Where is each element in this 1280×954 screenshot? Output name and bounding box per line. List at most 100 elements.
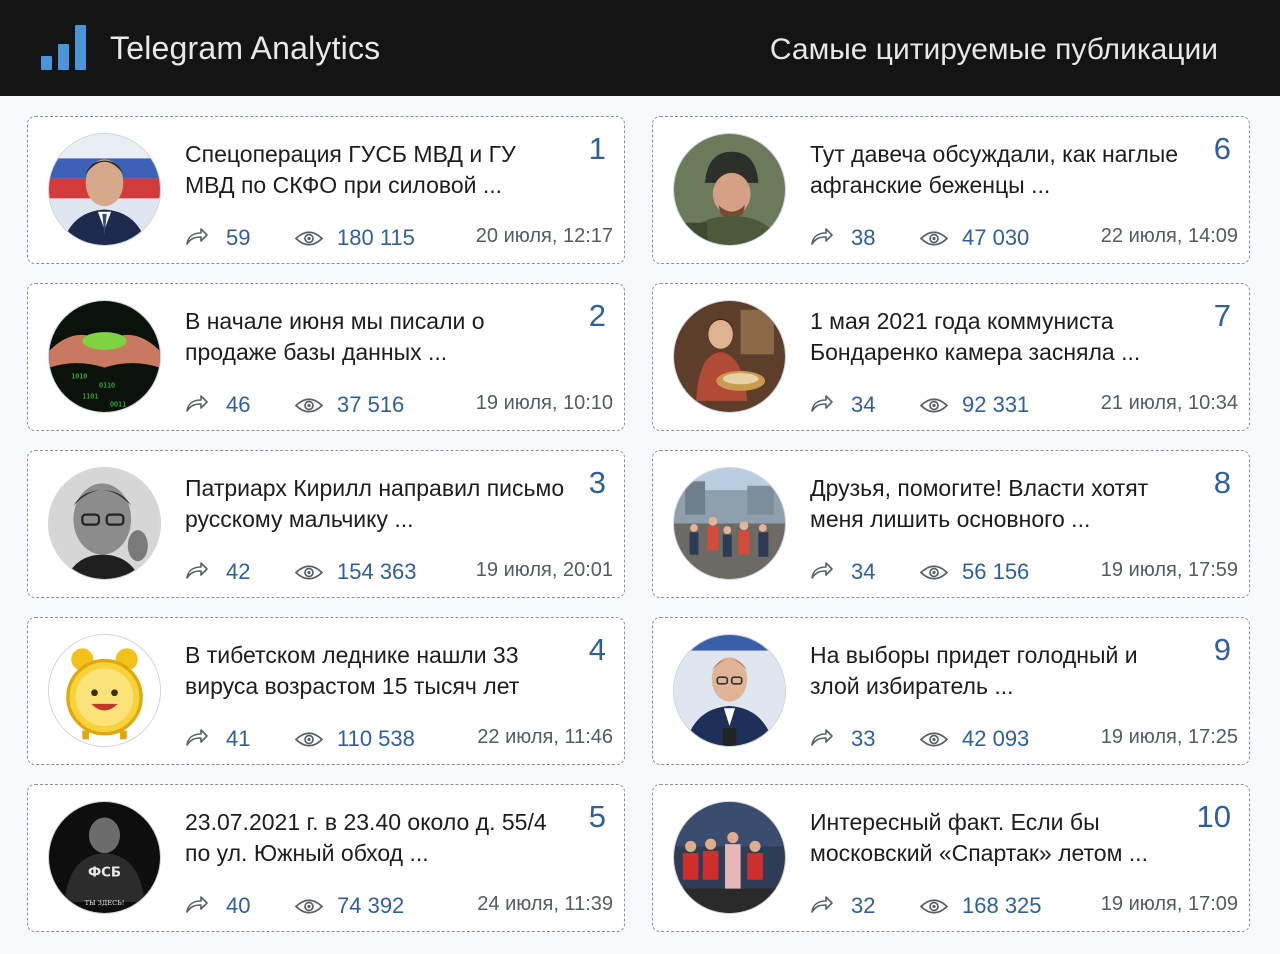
post-text[interactable]: 1 мая 2021 года коммуниста Бондаренко ка…	[810, 306, 1190, 368]
post-stats: 33 42 093 19 июля, 17:25	[810, 726, 1238, 754]
views-count: 47 030	[962, 225, 1030, 250]
share-arrow-icon	[185, 227, 209, 247]
share-arrow-icon	[810, 728, 834, 748]
post-card[interactable]: Тут давеча обсуждали, как наглые афганск…	[652, 116, 1250, 264]
eye-icon	[294, 731, 324, 748]
app-header: Telegram Analytics Самые цитируемые публ…	[0, 0, 1280, 96]
views-count: 110 538	[337, 726, 415, 751]
post-rank: 2	[588, 298, 606, 333]
views-count: 74 392	[337, 893, 405, 918]
post-rank: 4	[588, 632, 606, 667]
post-date: 19 июля, 17:25	[1100, 726, 1238, 748]
brand-title: Telegram Analytics	[110, 30, 381, 66]
page-title: Самые цитируемые публикации	[769, 33, 1218, 66]
shares-count: 40	[226, 893, 251, 918]
post-card[interactable]: Интересный факт. Если бы московский «Спа…	[652, 784, 1250, 932]
post-rank: 9	[1213, 632, 1231, 667]
views-count: 168 325	[962, 893, 1042, 918]
post-card[interactable]: 1 мая 2021 года коммуниста Бондаренко ка…	[652, 283, 1250, 431]
post-avatar	[673, 634, 786, 747]
post-text[interactable]: Спецоперация ГУСБ МВД и ГУ МВД по СКФО п…	[185, 139, 565, 201]
shares-count: 42	[226, 559, 251, 584]
views-count: 180 115	[337, 225, 415, 250]
shares-count: 33	[851, 726, 876, 751]
post-card[interactable]: Друзья, помогите! Власти хотят меня лиши…	[652, 450, 1250, 598]
svg-text:ФСБ: ФСБ	[88, 865, 121, 880]
post-text[interactable]: В тибетском леднике нашли 33 вируса возр…	[185, 640, 565, 702]
post-card[interactable]: В тибетском леднике нашли 33 вируса возр…	[27, 617, 625, 765]
share-arrow-icon	[185, 394, 209, 414]
post-stats: 41 110 538 22 июля, 11:46	[185, 726, 613, 754]
post-rank: 1	[588, 131, 606, 166]
post-date: 22 июля, 11:46	[477, 726, 613, 748]
post-rank: 10	[1196, 799, 1231, 834]
post-date: 22 июля, 14:09	[1100, 225, 1238, 247]
views-count: 154 363	[337, 559, 417, 584]
eye-icon	[294, 397, 324, 414]
post-avatar	[673, 801, 786, 914]
post-avatar: 1010 0110 1101 0011	[48, 300, 161, 413]
post-avatar	[673, 133, 786, 246]
shares-count: 46	[226, 392, 251, 417]
post-date: 21 июля, 10:34	[1100, 392, 1238, 414]
post-text[interactable]: Тут давеча обсуждали, как наглые афганск…	[810, 139, 1190, 201]
eye-icon	[919, 397, 949, 414]
eye-icon	[294, 564, 324, 581]
post-rank: 7	[1213, 298, 1231, 333]
post-avatar	[48, 634, 161, 747]
views-count: 42 093	[962, 726, 1030, 751]
post-date: 24 июля, 11:39	[477, 893, 613, 915]
post-card[interactable]: ФСБ ТЫ ЗДЕСЬ! 23.07.2021 г. в 23.40 около …	[27, 784, 625, 932]
shares-count: 41	[226, 726, 251, 751]
share-arrow-icon	[810, 561, 834, 581]
post-card[interactable]: На выборы придет голодный и злой избират…	[652, 617, 1250, 765]
bar-chart-icon	[41, 25, 87, 70]
share-arrow-icon	[810, 227, 834, 247]
share-arrow-icon	[185, 895, 209, 915]
post-date: 19 июля, 17:59	[1100, 559, 1238, 581]
post-stats: 59 180 115 20 июля, 12:17	[185, 225, 613, 253]
post-text[interactable]: Патриарх Кирилл направил письмо русскому…	[185, 473, 565, 535]
eye-icon	[294, 898, 324, 915]
post-date: 20 июля, 12:17	[475, 225, 613, 247]
eye-icon	[919, 230, 949, 247]
post-date: 19 июля, 17:09	[1100, 893, 1238, 915]
eye-icon	[919, 731, 949, 748]
eye-icon	[919, 564, 949, 581]
views-count: 56 156	[962, 559, 1030, 584]
views-count: 37 516	[337, 392, 405, 417]
post-text[interactable]: 23.07.2021 г. в 23.40 около д. 55/4 по у…	[185, 807, 565, 869]
post-stats: 38 47 030 22 июля, 14:09	[810, 225, 1238, 253]
post-avatar	[48, 467, 161, 580]
post-rank: 8	[1213, 465, 1231, 500]
svg-text:0011: 0011	[110, 400, 126, 408]
share-arrow-icon	[810, 895, 834, 915]
post-card[interactable]: Патриарх Кирилл направил письмо русскому…	[27, 450, 625, 598]
post-text[interactable]: На выборы придет голодный и злой избират…	[810, 640, 1190, 702]
post-text[interactable]: В начале июня мы писали о продаже базы д…	[185, 306, 565, 368]
post-text[interactable]: Интересный факт. Если бы московский «Спа…	[810, 807, 1190, 869]
shares-count: 34	[851, 559, 876, 584]
post-stats: 46 37 516 19 июля, 10:10	[185, 392, 613, 420]
post-card[interactable]: 1010 0110 1101 0011 В начале июня мы писали …	[27, 283, 625, 431]
svg-text:1010: 1010	[71, 373, 87, 381]
post-stats: 32 168 325 19 июля, 17:09	[810, 893, 1238, 921]
share-arrow-icon	[810, 394, 834, 414]
eye-icon	[919, 898, 949, 915]
post-card[interactable]: Спецоперация ГУСБ МВД и ГУ МВД по СКФО п…	[27, 116, 625, 264]
post-avatar	[48, 133, 161, 246]
post-text[interactable]: Друзья, помогите! Власти хотят меня лиши…	[810, 473, 1190, 535]
post-avatar	[673, 300, 786, 413]
shares-count: 59	[226, 225, 251, 250]
post-date: 19 июля, 20:01	[475, 559, 613, 581]
svg-text:ТЫ ЗДЕСЬ!: ТЫ ЗДЕСЬ!	[85, 899, 125, 907]
post-rank: 6	[1213, 131, 1231, 166]
post-avatar: ФСБ ТЫ ЗДЕСЬ!	[48, 801, 161, 914]
post-stats: 34 92 331 21 июля, 10:34	[810, 392, 1238, 420]
post-stats: 34 56 156 19 июля, 17:59	[810, 559, 1238, 587]
views-count: 92 331	[962, 392, 1030, 417]
post-stats: 40 74 392 24 июля, 11:39	[185, 893, 613, 921]
post-rank: 5	[588, 799, 606, 834]
eye-icon	[294, 230, 324, 247]
share-arrow-icon	[185, 728, 209, 748]
